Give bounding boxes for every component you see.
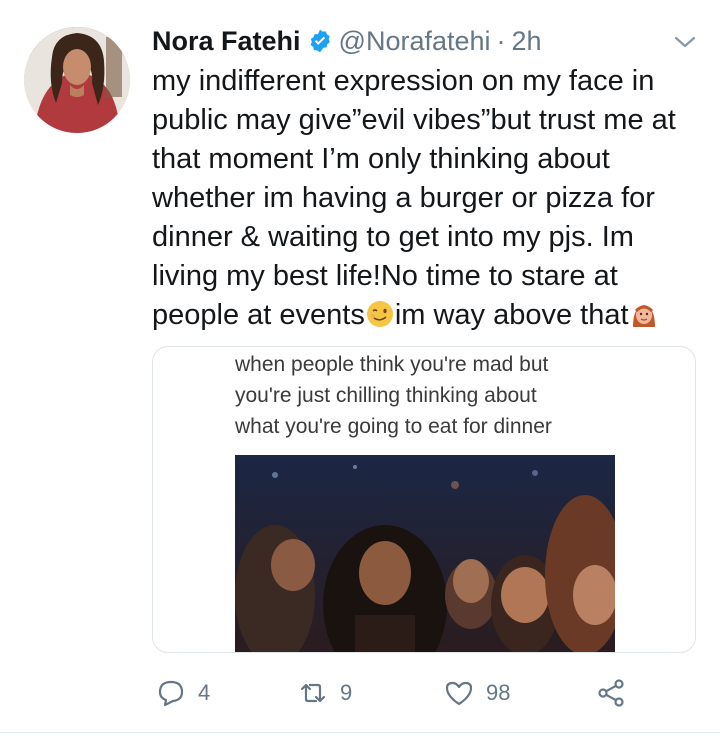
meme-caption: when people think you're mad but you're …: [235, 353, 552, 438]
avatar[interactable]: [24, 27, 130, 133]
winking-face-icon: [366, 301, 393, 327]
tweet-text-line: living my best life!No time to stare at: [152, 260, 618, 292]
tweet-text-line: people at events: [152, 299, 365, 331]
retweet-button[interactable]: 9: [298, 668, 352, 718]
reply-count: 4: [198, 680, 211, 705]
tweet-header: Nora Fatehi @Norafatehi · 2h: [152, 24, 542, 58]
share-button[interactable]: [596, 668, 626, 718]
tweet-text: my indifferent expression on my face in …: [152, 62, 708, 335]
tweet-text-line: whether im having a burger or pizza for: [152, 182, 655, 214]
tweet-actions: 4 9 98: [0, 668, 720, 718]
reply-button[interactable]: 4: [156, 668, 210, 718]
like-count: 98: [486, 680, 511, 705]
media-card[interactable]: when people think you're mad but you're …: [152, 346, 696, 653]
heart-icon: [445, 681, 473, 706]
meme-photo[interactable]: [235, 455, 615, 652]
tweet-timestamp[interactable]: 2h: [512, 26, 542, 57]
retweet-icon: [300, 683, 326, 703]
tweet-text-line: dinner & waiting to get into my pjs. Im: [152, 221, 634, 253]
author-handle[interactable]: @Norafatehi: [339, 26, 491, 57]
tweet-text-line: im way above that: [394, 299, 629, 331]
tweet[interactable]: Nora Fatehi @Norafatehi · 2h my indiffer…: [0, 0, 720, 736]
tweet-text-line: that moment I’m only thinking about: [152, 143, 610, 175]
share-icon: [598, 679, 624, 707]
tweet-text-line: public may give”evil vibes”but trust me …: [152, 104, 676, 136]
tweet-text-line: my indifferent expression on my face in: [152, 65, 655, 97]
verified-badge-icon: [310, 29, 330, 53]
retweet-count: 9: [340, 680, 353, 705]
divider: [0, 732, 720, 733]
chevron-down-icon[interactable]: [674, 34, 696, 50]
separator-dot: ·: [496, 25, 506, 56]
author-name[interactable]: Nora Fatehi: [152, 26, 301, 57]
reply-icon: [158, 680, 184, 707]
woman-tipping-hand-icon: [632, 305, 655, 327]
like-button[interactable]: 98: [444, 668, 510, 718]
